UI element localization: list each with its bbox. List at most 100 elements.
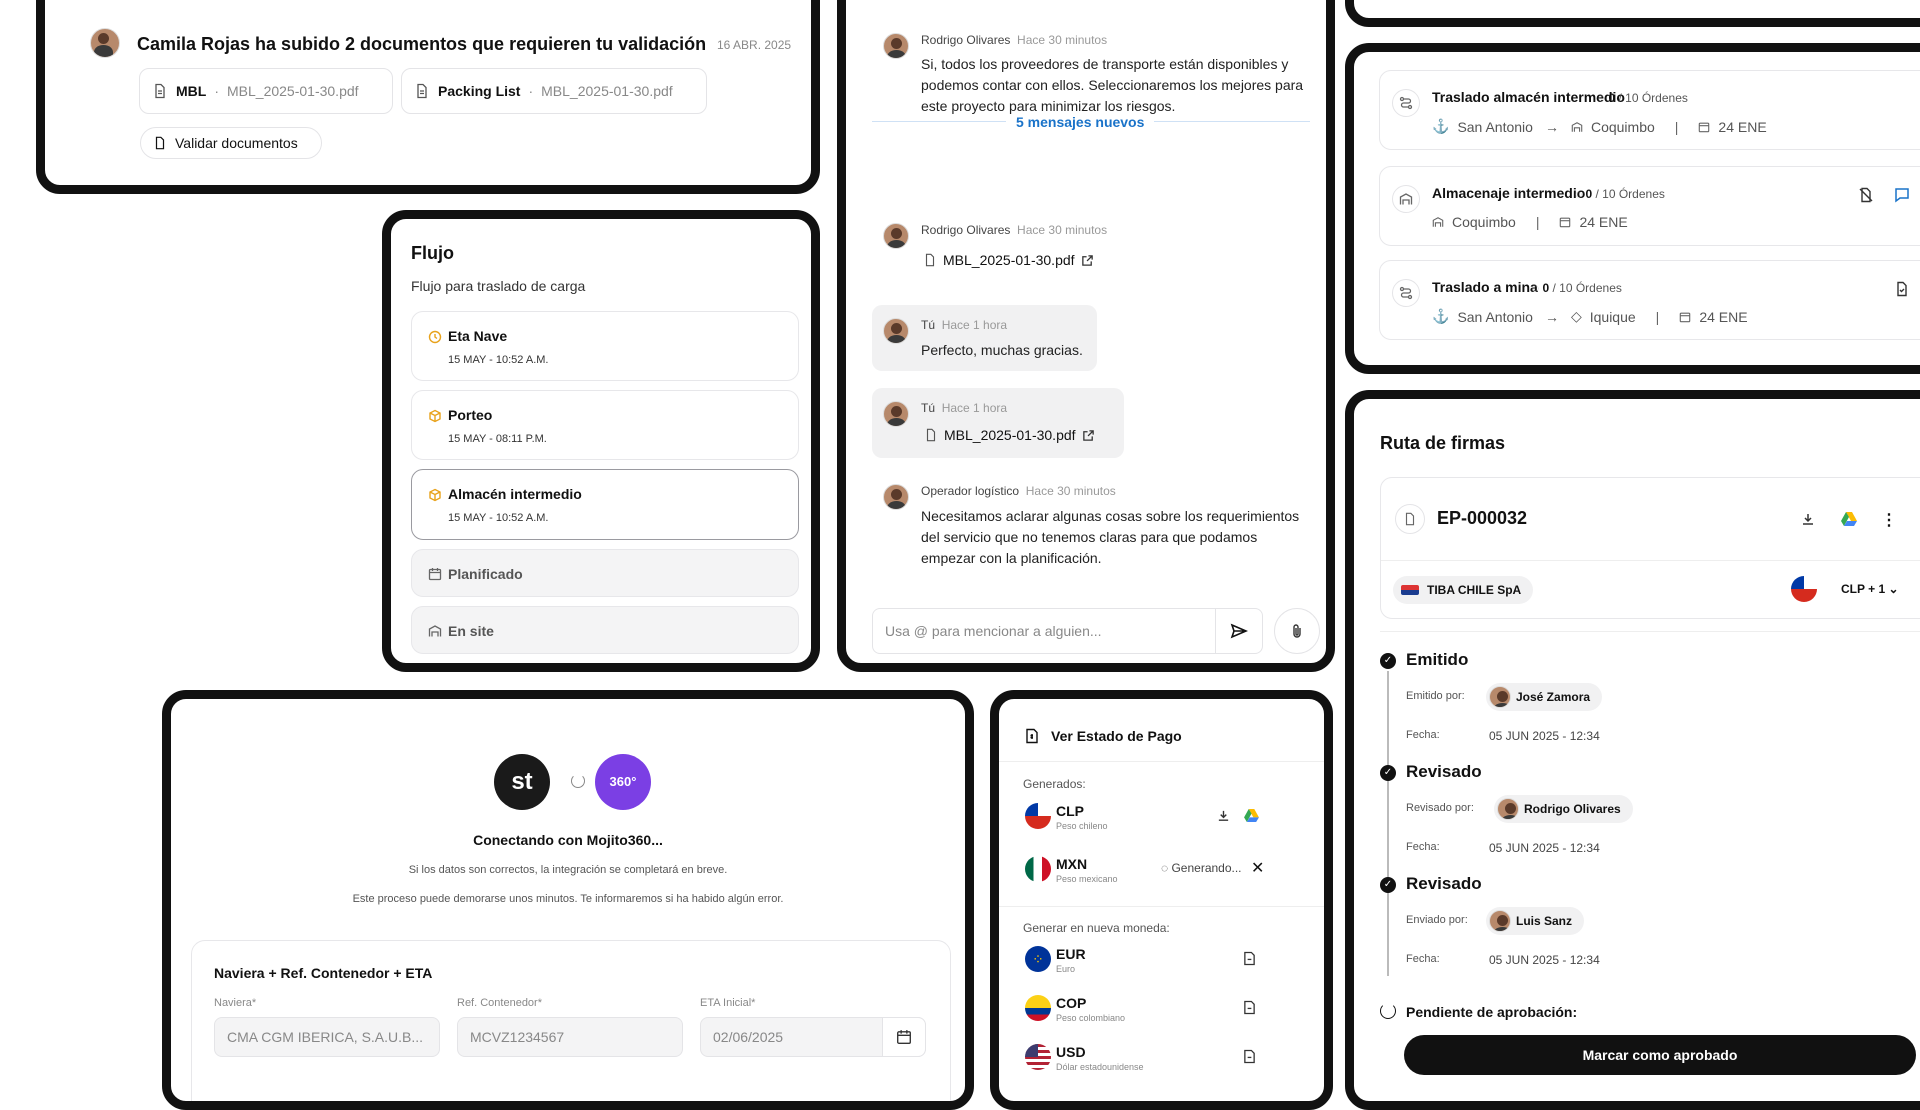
flow-title: Flujo	[411, 243, 454, 263]
attach-button[interactable]	[1274, 608, 1320, 654]
message-input[interactable]: Usa @ para mencionar a alguien...	[872, 608, 1216, 654]
doc-type: Packing List	[438, 83, 521, 99]
signatures-panel: Ruta de firmas EP-000032 ⋮ TIBA CHILE Sp…	[1345, 390, 1920, 1110]
anchor-icon: ⚓	[1432, 308, 1450, 324]
external-link-icon[interactable]	[1082, 429, 1095, 442]
progress-spinner-icon: ◌	[1575, 187, 1586, 201]
google-drive-icon[interactable]	[1244, 809, 1259, 822]
google-drive-icon[interactable]	[1841, 512, 1857, 526]
anchor-icon: ⚓	[1432, 118, 1450, 134]
person-chip[interactable]: José Zamora	[1486, 683, 1603, 711]
document-id: EP-000032	[1437, 508, 1528, 528]
avatar	[883, 223, 909, 249]
close-icon[interactable]: ✕	[1251, 858, 1264, 878]
doc-chip-packing-list[interactable]: Packing List · MBL_2025-01-30.pdf	[401, 68, 707, 114]
warehouse-icon	[1432, 216, 1444, 228]
document-add-icon[interactable]	[1243, 951, 1256, 966]
doc-file: MBL_2025-01-30.pdf	[227, 83, 359, 99]
flow-step[interactable]: Eta Nave 15 MAY - 10:52 A.M.	[411, 311, 799, 381]
flow-step[interactable]: Porteo 15 MAY - 08:11 P.M.	[411, 390, 799, 460]
usa-flag-icon	[1025, 1044, 1051, 1070]
mojito360-logo: 360°	[595, 754, 651, 810]
timeline-line	[1387, 671, 1389, 976]
download-icon[interactable]	[1217, 809, 1230, 822]
currency-select[interactable]: CLP + 1 ⌄	[1841, 582, 1899, 596]
avatar	[883, 401, 909, 427]
container-ref-field[interactable]: MCVZ1234567	[457, 1017, 683, 1057]
document-icon	[924, 428, 938, 442]
message-attachment[interactable]: MBL_2025-01-30.pdf	[924, 420, 1095, 450]
warehouse-icon	[428, 624, 442, 638]
avatar	[883, 318, 909, 344]
step-status: Emitido	[1406, 650, 1469, 669]
doc-chip-mbl[interactable]: MBL · MBL_2025-01-30.pdf	[139, 68, 393, 114]
order-card[interactable]: Traslado a mina ◌ 0 / 10 Órdenes ⚓ San An…	[1379, 260, 1920, 340]
flow-step-selected[interactable]: Almacén intermedio 15 MAY - 10:52 A.M.	[411, 469, 799, 540]
comment-icon[interactable]	[1894, 187, 1910, 203]
approve-button[interactable]: Marcar como aprobado	[1404, 1035, 1916, 1075]
loading-spinner-icon: ◌	[1161, 861, 1172, 875]
avatar	[90, 28, 120, 58]
payment-panel: Ver Estado de Pago Generados: CLP Peso c…	[990, 690, 1333, 1110]
document-card: EP-000032 ⋮ TIBA CHILE SpA CLP + 1 ⌄	[1380, 477, 1920, 619]
calendar-icon	[1698, 121, 1710, 133]
clock-icon	[428, 330, 442, 344]
check-circle-icon: ✓	[1380, 653, 1396, 669]
document-icon	[923, 253, 937, 267]
message-text: Necesitamos aclarar algunas cosas sobre …	[921, 508, 1300, 566]
eu-flag-icon: ⁘	[1025, 946, 1051, 972]
document-check-icon[interactable]	[1894, 281, 1910, 297]
person-chip[interactable]: Rodrigo Olivares	[1494, 795, 1633, 823]
flow-step-disabled[interactable]: En site	[411, 606, 799, 654]
document-dollar-icon	[1025, 728, 1039, 744]
message-author: Rodrigo Olivares	[921, 33, 1011, 47]
box-icon	[428, 409, 442, 423]
document-add-icon[interactable]	[1243, 1049, 1256, 1064]
form-card: Naviera + Ref. Contenedor + ETA Naviera*…	[191, 940, 951, 1101]
notification-date: 16 ABR. 2025	[717, 38, 792, 52]
more-options-icon[interactable]: ⋮	[1881, 510, 1897, 530]
person-chip[interactable]: Luis Sanz	[1486, 907, 1585, 935]
notification-text: Camila Rojas ha subido 2 documentos que …	[137, 34, 707, 54]
check-circle-icon: ✓	[1380, 877, 1396, 893]
send-button[interactable]	[1215, 608, 1263, 654]
calendar-icon	[1559, 216, 1571, 228]
document-icon	[414, 83, 430, 99]
calendar-icon	[896, 1029, 912, 1045]
route-icon	[1392, 279, 1420, 307]
no-document-icon[interactable]	[1858, 187, 1874, 203]
gem-icon: ◇	[1570, 308, 1582, 324]
top-right-panel	[1345, 0, 1920, 27]
company-badge[interactable]: TIBA CHILE SpA	[1393, 576, 1534, 604]
calendar-icon	[1679, 311, 1691, 323]
validate-documents-button[interactable]: Validar documentos	[140, 127, 322, 159]
check-circle-icon: ✓	[1380, 765, 1396, 781]
order-card[interactable]: Traslado almacén intermedio ◌ 0 / 10 Órd…	[1379, 70, 1920, 150]
form-title: Naviera + Ref. Contenedor + ETA	[214, 965, 433, 981]
chile-flag-icon	[1025, 803, 1051, 829]
progress-spinner-icon: ◌	[1598, 91, 1609, 105]
download-icon[interactable]	[1801, 512, 1815, 526]
calendar-button[interactable]	[882, 1017, 926, 1057]
warehouse-icon	[1571, 121, 1583, 133]
loading-spinner-icon	[571, 774, 585, 788]
document-icon	[153, 136, 167, 150]
box-icon	[428, 488, 442, 502]
colombia-flag-icon	[1025, 995, 1051, 1021]
avatar	[883, 33, 909, 59]
naviera-field[interactable]: CMA CGM IBERICA, S.A.U.B...	[214, 1017, 440, 1057]
step-status: Revisado	[1406, 762, 1482, 781]
flow-step-disabled[interactable]: Planificado	[411, 549, 799, 597]
st-logo: st	[494, 754, 550, 810]
flow-subtitle: Flujo para traslado de carga	[411, 278, 586, 294]
document-add-icon[interactable]	[1243, 1000, 1256, 1015]
order-card[interactable]: Almacenaje intermedio ◌ 0 / 10 Órdenes C…	[1379, 166, 1920, 246]
doc-file: MBL_2025-01-30.pdf	[541, 83, 673, 99]
arrow-right-icon: →	[1544, 118, 1559, 135]
document-icon	[152, 83, 168, 99]
generating-status: ◌ Generando...	[1161, 861, 1242, 875]
step-status: Revisado	[1406, 874, 1482, 893]
signatures-title: Ruta de firmas	[1380, 433, 1506, 453]
message-attachment[interactable]: MBL_2025-01-30.pdf	[921, 245, 1096, 275]
external-link-icon[interactable]	[1081, 254, 1094, 267]
